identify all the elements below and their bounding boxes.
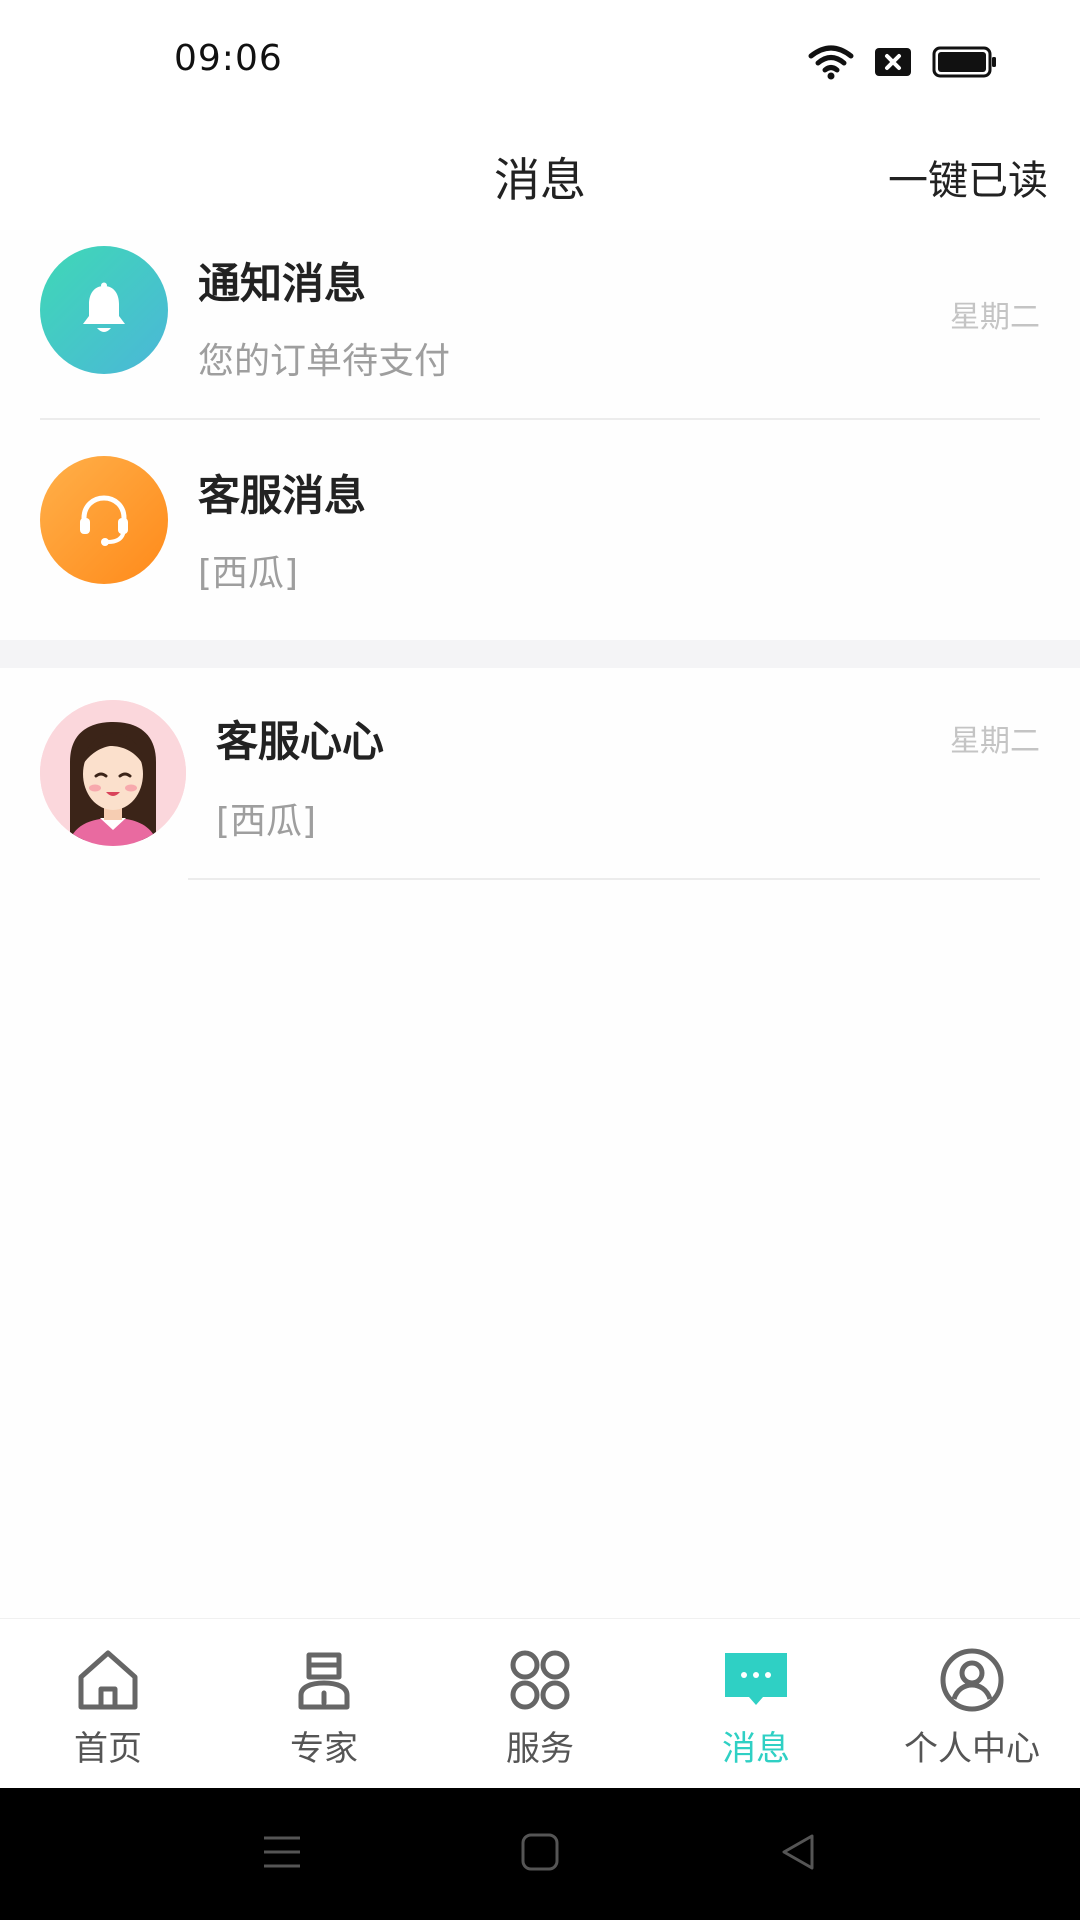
chat-date: 星期二 [950,724,1040,759]
messages-screen: 09:06 消息 一键已读 通知消息 您的订单待支付 星期二 客服消息 [西瓜]… [0,0,1080,1920]
tab-label: 首页 [74,1729,142,1769]
agent-avatar [40,700,186,846]
customer-service-title: 客服消息 [198,471,367,520]
agent-avatar-illustration [40,700,186,846]
no-sim-icon [875,48,911,76]
wifi-icon [808,45,854,80]
user-icon [940,1648,1004,1712]
message-icon [725,1653,787,1705]
customer-service-avatar [40,456,168,584]
bell-icon [83,282,125,332]
system-messages-section: 通知消息 您的订单待支付 星期二 客服消息 [西瓜] [0,230,1080,640]
grid-icon [510,1650,570,1710]
tab-label: 专家 [290,1729,358,1769]
chat-name: 客服心心 [216,717,385,766]
tab-messages[interactable]: 消息 [648,1619,864,1788]
system-navigation-bar [0,1788,1080,1920]
tab-label: 服务 [506,1729,574,1769]
chat-last-message: [西瓜] [216,801,317,842]
chat-list-section: 客服心心 [西瓜] 星期二 [0,668,1080,1618]
home-icon [78,1650,138,1710]
battery-icon [932,46,996,78]
nav-bar: 消息 一键已读 [0,120,1080,230]
row-divider [40,418,1040,420]
expert-icon [298,1652,350,1710]
status-icons [808,44,998,80]
mark-all-read-button[interactable]: 一键已读 [888,148,1048,206]
tab-service[interactable]: 服务 [432,1619,648,1788]
tab-label: 消息 [722,1729,790,1769]
tab-label: 个人中心 [904,1729,1040,1769]
menu-icon[interactable] [262,1832,302,1872]
notification-avatar [40,246,168,374]
chat-row[interactable]: 客服心心 [西瓜] 星期二 [0,668,1080,880]
status-bar: 09:06 [0,0,1080,120]
home-button-icon[interactable] [520,1832,560,1872]
customer-service-subtitle: [西瓜] [198,553,299,594]
notification-date: 星期二 [950,300,1040,335]
tab-profile[interactable]: 个人中心 [864,1619,1080,1788]
notification-subtitle: 您的订单待支付 [198,341,451,382]
headset-icon [80,495,128,546]
notification-message-row[interactable]: 通知消息 您的订单待支付 星期二 [0,230,1080,420]
customer-service-message-row[interactable]: 客服消息 [西瓜] [0,422,1080,632]
notification-title: 通知消息 [198,259,367,308]
tab-expert[interactable]: 专家 [216,1619,432,1788]
section-divider [0,640,1080,668]
tab-home[interactable]: 首页 [0,1619,216,1788]
row-divider [188,878,1040,880]
back-icon[interactable] [778,1832,818,1872]
tab-bar: 首页 专家 服务 消息 个人中心 [0,1618,1080,1788]
status-time: 09:06 [174,38,283,79]
